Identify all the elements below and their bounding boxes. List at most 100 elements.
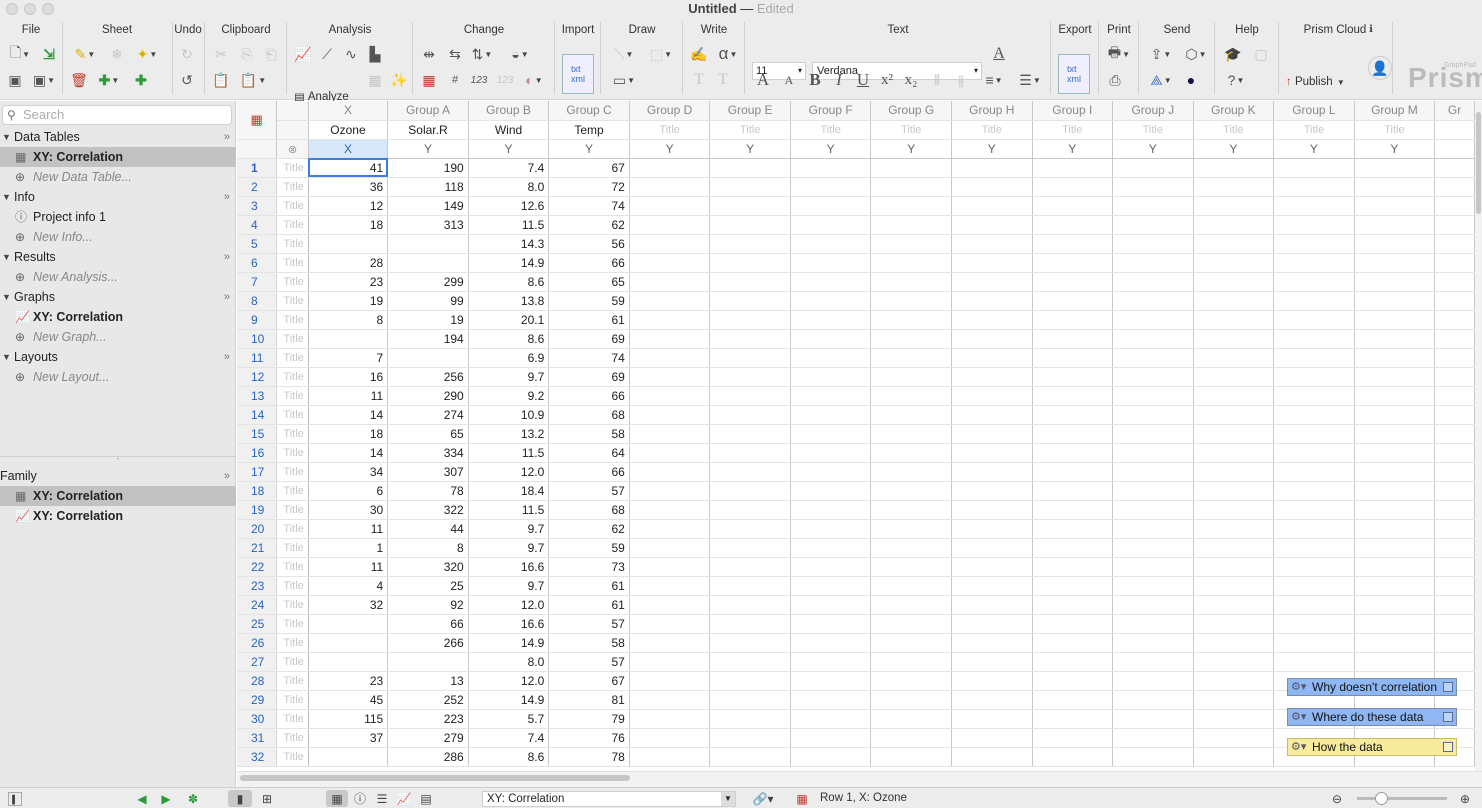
column-title-cell[interactable]: Title (629, 120, 711, 140)
empty-cell[interactable] (629, 196, 711, 216)
empty-cell[interactable] (1112, 500, 1194, 520)
data-cell[interactable]: 5.7 (468, 709, 550, 729)
data-cell[interactable]: 57 (548, 614, 630, 634)
empty-cell[interactable] (790, 557, 872, 577)
chevron-right-icon[interactable]: » (224, 127, 230, 147)
empty-cell[interactable] (870, 405, 953, 425)
data-cell[interactable]: 14.9 (468, 690, 550, 710)
empty-cell[interactable] (790, 481, 872, 501)
empty-cell[interactable] (1354, 272, 1436, 292)
row-title-cell[interactable]: Title (276, 519, 309, 539)
empty-cell[interactable] (790, 367, 872, 387)
column-group-header[interactable]: Group G (870, 101, 953, 121)
data-cell[interactable]: 11 (308, 386, 389, 406)
data-cell[interactable]: 58 (548, 424, 630, 444)
data-cell[interactable]: 56 (548, 234, 630, 254)
row-title-cell[interactable]: Title (276, 614, 309, 634)
empty-cell[interactable] (1273, 633, 1355, 653)
row-number[interactable]: 13 (237, 386, 278, 406)
column-title-cell[interactable]: Title (1193, 120, 1275, 140)
empty-cell[interactable] (629, 443, 711, 463)
bold-icon[interactable]: B (804, 70, 826, 90)
empty-cell[interactable] (1354, 177, 1436, 197)
empty-cell[interactable] (1032, 177, 1114, 197)
column-title-cell[interactable]: Title (790, 120, 872, 140)
data-cell[interactable]: 8 (387, 538, 469, 558)
data-cell[interactable]: 36 (308, 177, 389, 197)
expand-note-icon[interactable] (1443, 742, 1453, 752)
empty-cell[interactable] (1112, 405, 1194, 425)
data-cell[interactable]: 274 (387, 405, 469, 425)
zoom-in-icon[interactable]: ⊕ (1456, 790, 1474, 807)
empty-cell[interactable] (629, 595, 711, 615)
empty-cell[interactable] (1193, 158, 1275, 178)
data-cell[interactable]: 13.2 (468, 424, 550, 444)
empty-cell[interactable] (1112, 652, 1194, 672)
empty-cell[interactable] (1112, 538, 1194, 558)
row-number[interactable]: 1 (237, 158, 278, 178)
column-group-header[interactable]: Group C (548, 101, 630, 121)
underline-icon[interactable]: U (852, 70, 874, 90)
empty-cell[interactable] (1354, 576, 1436, 596)
data-cell[interactable]: 69 (548, 329, 630, 349)
empty-cell[interactable] (709, 576, 791, 596)
data-cell[interactable]: 7.4 (468, 728, 550, 748)
column-group-header[interactable]: Group J (1112, 101, 1194, 121)
chevron-right-icon[interactable]: » (224, 187, 230, 207)
sidebar-toggle-icon[interactable]: ▌ (8, 792, 22, 806)
data-cell[interactable] (308, 234, 389, 254)
row-number[interactable]: 27 (237, 652, 278, 672)
row-title-cell[interactable]: Title (276, 481, 309, 501)
empty-cell[interactable] (951, 557, 1033, 577)
data-cell[interactable]: 1 (308, 538, 389, 558)
data-cell[interactable]: 37 (308, 728, 389, 748)
empty-cell[interactable] (1112, 158, 1194, 178)
empty-cell[interactable] (951, 633, 1033, 653)
column-group-header[interactable]: Group D (629, 101, 711, 121)
row-title-cell[interactable]: Title (276, 538, 309, 558)
data-cell[interactable]: 28 (308, 253, 389, 273)
column-group-header[interactable]: X (308, 101, 389, 121)
empty-cell[interactable] (629, 481, 711, 501)
data-cell[interactable]: 118 (387, 177, 469, 197)
add-sheet-icon[interactable]: ✚ ▼ (94, 70, 124, 90)
bar-analysis-icon[interactable]: ▙ (364, 44, 386, 64)
empty-cell[interactable] (1032, 386, 1114, 406)
subcolumn-header[interactable]: Y (387, 139, 469, 159)
save-as-icon[interactable]: ▣ ▼ (30, 70, 58, 90)
empty-cell[interactable] (870, 595, 953, 615)
empty-cell[interactable] (629, 557, 711, 577)
empty-cell[interactable] (709, 633, 791, 653)
empty-cell[interactable] (1193, 215, 1275, 235)
subcolumn-header[interactable] (1434, 139, 1475, 159)
data-cell[interactable]: 149 (387, 196, 469, 216)
cloud-circle-icon[interactable]: ● (1180, 70, 1202, 90)
info-icon[interactable]: ℹ (1364, 22, 1378, 36)
share-icon[interactable]: ⇪ ▼ (1146, 44, 1176, 64)
row-number[interactable]: 14 (237, 405, 278, 425)
empty-cell[interactable] (1032, 158, 1114, 178)
row-number[interactable]: 5 (237, 234, 278, 254)
data-cell[interactable]: 61 (548, 595, 630, 615)
data-cell[interactable]: 25 (387, 576, 469, 596)
empty-cell[interactable] (1193, 177, 1275, 197)
empty-cell[interactable] (1193, 633, 1275, 653)
row-title-cell[interactable]: Title (276, 728, 309, 748)
empty-cell[interactable] (790, 310, 872, 330)
floating-note-data-source[interactable]: ⚙▾ Where do these data (1287, 708, 1457, 726)
data-cell[interactable]: 57 (548, 481, 630, 501)
minimize-window-button[interactable] (24, 3, 36, 15)
empty-cell[interactable] (629, 215, 711, 235)
subcolumn-header[interactable]: X (308, 139, 389, 159)
empty-cell[interactable] (790, 424, 872, 444)
empty-cell[interactable] (1434, 614, 1475, 634)
data-cell[interactable] (387, 652, 469, 672)
table-corner[interactable]: ▦ (237, 101, 278, 140)
empty-cell[interactable] (1032, 481, 1114, 501)
data-cell[interactable] (308, 633, 389, 653)
empty-cell[interactable] (1032, 747, 1114, 767)
highlighter-icon[interactable]: ✎ ▼ (70, 44, 100, 64)
empty-cell[interactable] (709, 367, 791, 387)
empty-cell[interactable] (951, 424, 1033, 444)
empty-cell[interactable] (1032, 196, 1114, 216)
